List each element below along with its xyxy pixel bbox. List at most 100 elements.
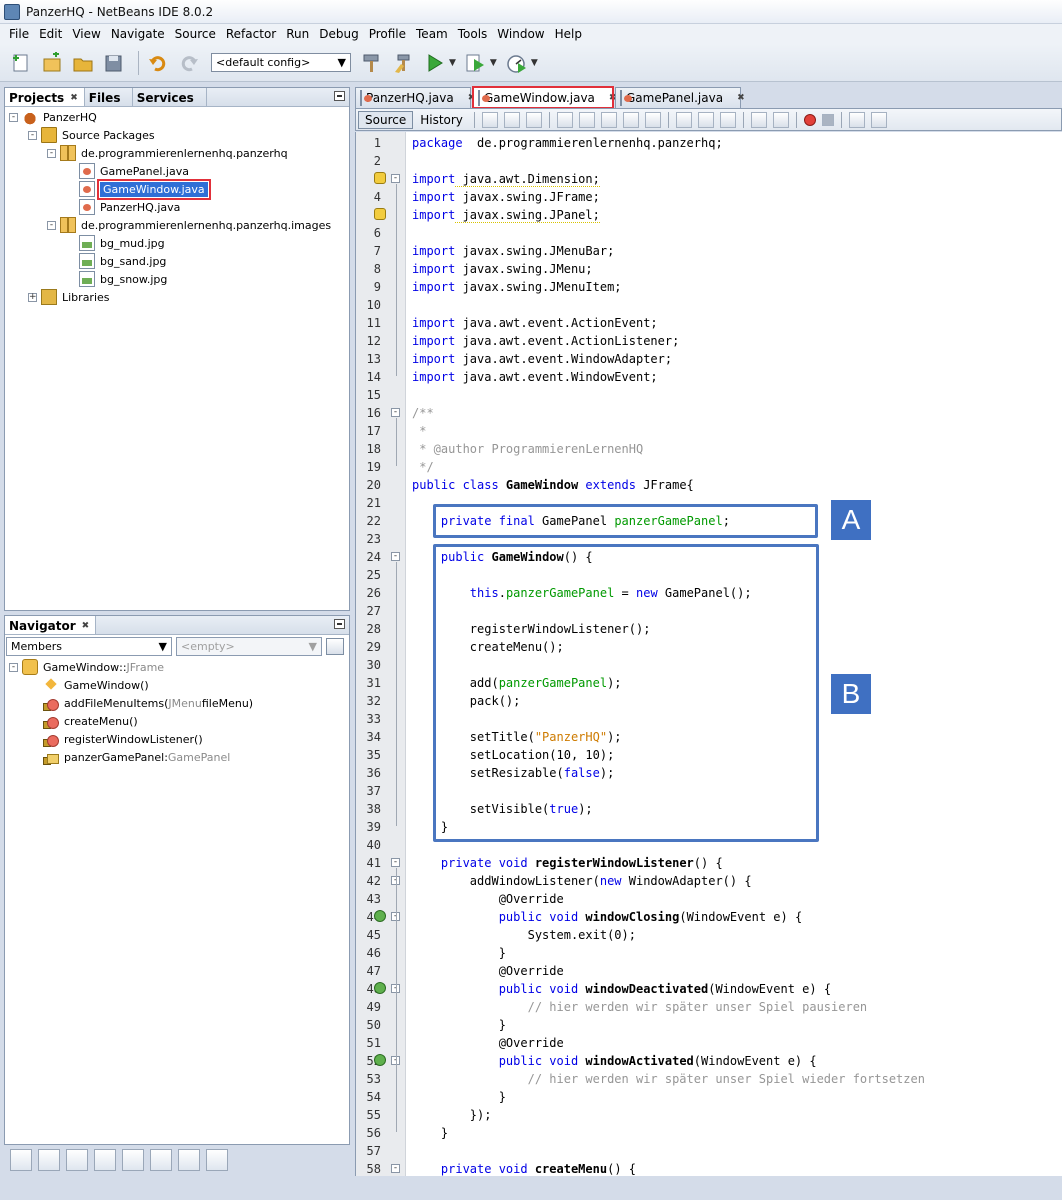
menu-tools[interactable]: Tools — [453, 27, 493, 41]
new-file-icon[interactable] — [8, 50, 34, 76]
sort-by-source-icon[interactable] — [206, 1149, 228, 1171]
project-tree-item[interactable]: bg_snow.jpg — [66, 270, 167, 288]
close-icon[interactable]: ✖ — [70, 93, 78, 103]
back-icon[interactable] — [503, 111, 520, 128]
menu-run[interactable]: Run — [281, 27, 314, 41]
tab-gamepanel-java[interactable]: GamePanel.java ✖ — [615, 87, 745, 108]
debug-dropdown-arrow-icon[interactable]: ▼ — [490, 58, 497, 68]
save-all-icon[interactable] — [101, 50, 127, 76]
profile-dropdown-arrow-icon[interactable]: ▼ — [531, 58, 538, 68]
code-editor[interactable]: 1 package de.programmierenlernenhq.panzer… — [355, 132, 1062, 1176]
project-tree-item[interactable]: bg_sand.jpg — [66, 252, 166, 270]
menu-source[interactable]: Source — [170, 27, 221, 41]
next-bookmark-icon[interactable] — [697, 111, 714, 128]
override-marker-icon[interactable] — [374, 1054, 386, 1066]
tab-navigator[interactable]: Navigator ✖ — [5, 616, 97, 634]
fully-qualified-names-icon[interactable] — [150, 1149, 172, 1171]
menu-edit[interactable]: Edit — [34, 27, 67, 41]
source-view-button[interactable]: Source — [358, 110, 414, 129]
menu-navigate[interactable]: Navigate — [106, 27, 170, 41]
expand-icon[interactable]: + — [28, 292, 37, 302]
code-fold-icon[interactable]: - — [391, 1164, 400, 1173]
menu-window[interactable]: Window — [492, 27, 549, 41]
menu-help[interactable]: Help — [550, 27, 587, 41]
project-tree-item[interactable]: + Libraries — [28, 288, 110, 306]
find-next-icon[interactable] — [600, 111, 617, 128]
navigator-member[interactable]: registerWindowListener() — [43, 730, 203, 748]
project-tree-item[interactable]: - de.programmierenlernenhq.panzerhq.image… — [47, 216, 331, 234]
comment-icon[interactable] — [848, 111, 865, 128]
collapse-icon[interactable]: - — [9, 662, 18, 672]
project-tree-item[interactable]: GameWindow.java — [66, 178, 211, 200]
close-icon[interactable]: ✖ — [82, 621, 90, 631]
undo-icon[interactable] — [145, 50, 171, 76]
find-previous-icon[interactable] — [578, 111, 595, 128]
show-inner-classes-icon[interactable] — [122, 1149, 144, 1171]
run-dropdown-arrow-icon[interactable]: ▼ — [449, 58, 456, 68]
shift-right-icon[interactable] — [772, 111, 789, 128]
hint-bulb-icon[interactable] — [374, 208, 386, 220]
collapse-icon[interactable]: - — [47, 220, 56, 230]
shift-left-icon[interactable] — [750, 111, 767, 128]
config-select[interactable]: <default config> ▼ — [211, 53, 351, 72]
debug-icon[interactable] — [462, 50, 488, 76]
open-project-icon[interactable] — [70, 50, 96, 76]
menu-refactor[interactable]: Refactor — [221, 27, 281, 41]
project-tree-item[interactable]: - Source Packages — [28, 126, 155, 144]
find-icon[interactable] — [556, 111, 573, 128]
show-static-icon[interactable] — [66, 1149, 88, 1171]
project-tree-item[interactable]: GamePanel.java — [66, 162, 189, 180]
menu-team[interactable]: Team — [411, 27, 453, 41]
history-view-button[interactable]: History — [413, 111, 470, 129]
minimize-icon[interactable] — [334, 619, 345, 629]
override-marker-icon[interactable] — [374, 910, 386, 922]
hint-bulb-icon[interactable] — [374, 172, 386, 184]
show-nonpublic-icon[interactable] — [94, 1149, 116, 1171]
toggle-bookmark-icon[interactable] — [719, 111, 736, 128]
last-edit-icon[interactable] — [481, 111, 498, 128]
stop-macro-recording-icon[interactable] — [821, 113, 834, 126]
new-project-icon[interactable] — [39, 50, 65, 76]
start-macro-recording-icon[interactable] — [803, 113, 816, 126]
tab-services[interactable]: Services — [133, 88, 207, 106]
menu-file[interactable]: File — [4, 27, 34, 41]
menu-debug[interactable]: Debug — [314, 27, 363, 41]
navigator-member[interactable]: panzerGamePanel : GamePanel — [43, 748, 230, 766]
profile-icon[interactable] — [503, 50, 529, 76]
minimize-icon[interactable] — [334, 91, 345, 101]
navigator-layout-icon[interactable] — [326, 638, 344, 655]
close-icon[interactable]: ✖ — [737, 93, 745, 103]
uncomment-icon[interactable] — [870, 111, 887, 128]
tab-panzerhq-java[interactable]: PanzerHQ.java ✖ — [355, 87, 475, 108]
forward-icon[interactable] — [525, 111, 542, 128]
code-fold-icon[interactable]: - — [391, 408, 400, 417]
members-filter-select[interactable]: Members ▼ — [6, 637, 172, 656]
collapse-icon[interactable]: - — [28, 130, 37, 140]
toggle-highlight-icon[interactable] — [622, 111, 639, 128]
menu-view[interactable]: View — [67, 27, 105, 41]
toggle-rect-selection-icon[interactable] — [644, 111, 661, 128]
run-icon[interactable] — [421, 50, 447, 76]
navigator-root[interactable]: - GameWindow :: JFrame — [9, 658, 164, 676]
navigator-member[interactable]: GameWindow() — [45, 676, 149, 694]
previous-bookmark-icon[interactable] — [675, 111, 692, 128]
project-tree-item[interactable]: - PanzerHQ — [9, 108, 97, 126]
code-fold-icon[interactable]: - — [391, 858, 400, 867]
code-fold-icon[interactable]: - — [391, 552, 400, 561]
tab-projects[interactable]: Projects ✖ — [5, 88, 85, 106]
navigator-member[interactable]: addFileMenuItems(JMenu fileMenu) — [43, 694, 253, 712]
clean-build-icon[interactable] — [390, 50, 416, 76]
project-tree-item[interactable]: bg_mud.jpg — [66, 234, 165, 252]
inherited-members-icon[interactable] — [10, 1149, 32, 1171]
collapse-icon[interactable]: - — [9, 112, 18, 122]
sort-by-name-icon[interactable] — [178, 1149, 200, 1171]
build-hammer-icon[interactable] — [359, 50, 385, 76]
override-marker-icon[interactable] — [374, 982, 386, 994]
project-tree-item[interactable]: - de.programmierenlernenhq.panzerhq — [47, 144, 288, 162]
show-fields-icon[interactable] — [38, 1149, 60, 1171]
project-tree-item[interactable]: PanzerHQ.java — [66, 198, 180, 216]
menu-profile[interactable]: Profile — [364, 27, 411, 41]
redo-icon[interactable] — [176, 50, 202, 76]
tab-files[interactable]: Files — [85, 88, 133, 106]
collapse-icon[interactable]: - — [47, 148, 56, 158]
